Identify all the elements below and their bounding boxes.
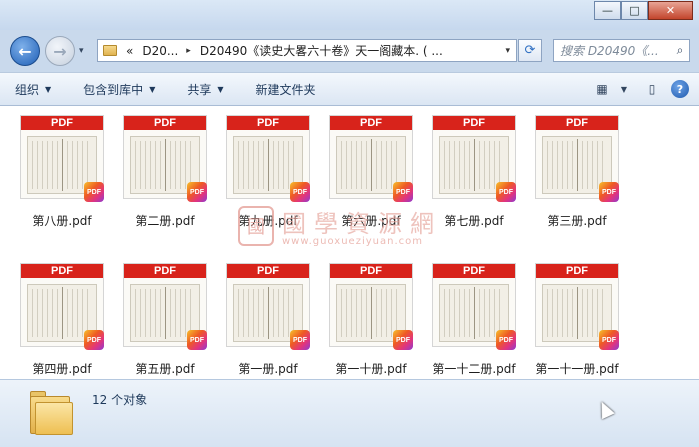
pdf-app-icon: PDF — [290, 182, 310, 202]
pdf-app-icon: PDF — [290, 330, 310, 350]
file-item[interactable]: PDF PDF 第一册.pdf — [218, 260, 318, 388]
pdf-app-icon: PDF — [187, 330, 207, 350]
pdf-label: PDF — [536, 264, 618, 278]
folder-icon — [103, 45, 117, 56]
pdf-label: PDF — [227, 116, 309, 130]
item-count: 12 个对象 — [92, 393, 148, 407]
pdf-label: PDF — [227, 264, 309, 278]
preview-pane-icon[interactable]: ▯ — [641, 79, 663, 99]
file-name: 第五册.pdf — [135, 362, 195, 376]
share-label: 共享 — [187, 82, 212, 97]
minimize-button[interactable]: — — [594, 1, 621, 20]
pdf-label: PDF — [433, 116, 515, 130]
file-name: 第四册.pdf — [32, 362, 92, 376]
pdf-app-icon: PDF — [599, 182, 619, 202]
recent-pages-dropdown[interactable]: ▾ — [79, 46, 84, 56]
window-controls: — □ ✕ — [594, 1, 693, 20]
file-item[interactable]: PDF PDF 第一十一册.pdf — [527, 260, 627, 388]
search-input[interactable]: 搜索 D20490《... ⌕ — [553, 39, 690, 62]
file-name: 第一十二册.pdf — [432, 362, 516, 376]
pdf-label: PDF — [21, 264, 103, 278]
close-button[interactable]: ✕ — [648, 1, 693, 20]
file-name: 第七册.pdf — [444, 214, 504, 228]
pdf-app-icon: PDF — [599, 330, 619, 350]
forward-button[interactable]: → — [45, 36, 75, 66]
pdf-label: PDF — [536, 116, 618, 130]
view-options-chevron-icon[interactable]: ▼ — [613, 79, 635, 99]
pdf-app-icon: PDF — [84, 330, 104, 350]
file-name: 第八册.pdf — [32, 214, 92, 228]
pdf-label: PDF — [21, 116, 103, 130]
pdf-label: PDF — [330, 116, 412, 130]
file-item[interactable]: PDF PDF 第八册.pdf — [12, 112, 112, 240]
file-name: 第九册.pdf — [238, 214, 298, 228]
breadcrumb-overflow[interactable]: « — [126, 44, 133, 58]
file-name: 第二册.pdf — [135, 214, 195, 228]
change-view-icon[interactable]: ▦ — [591, 79, 613, 99]
refresh-button[interactable]: ⟳ — [518, 39, 542, 62]
pdf-label: PDF — [124, 116, 206, 130]
chevron-down-icon: ▼ — [45, 84, 52, 94]
command-bar: 组织 ▼ 包含到库中 ▼ 共享 ▼ 新建文件夹 ▦ ▼ ▯ ? — [0, 72, 699, 106]
new-folder-label: 新建文件夹 — [255, 82, 316, 97]
breadcrumb-parent[interactable]: D20... — [142, 44, 178, 58]
file-item[interactable]: PDF PDF 第三册.pdf — [527, 112, 627, 240]
pdf-app-icon: PDF — [187, 182, 207, 202]
pdf-app-icon: PDF — [393, 182, 413, 202]
details-pane: 12 个对象 — [0, 379, 699, 447]
pdf-app-icon: PDF — [393, 330, 413, 350]
pdf-app-icon: PDF — [496, 182, 516, 202]
file-item[interactable]: PDF PDF 第二册.pdf — [115, 112, 215, 240]
file-name: 第六册.pdf — [341, 214, 401, 228]
chevron-down-icon: ▼ — [217, 84, 224, 94]
file-name: 第三册.pdf — [547, 214, 607, 228]
file-name: 第一册.pdf — [238, 362, 298, 376]
title-bar: — □ ✕ — [0, 0, 699, 30]
breadcrumb-current[interactable]: D20490《读史大畧六十卷》天一阁藏本. ( ... — [200, 42, 443, 59]
view-controls: ▦ ▼ ▯ ? — [585, 79, 691, 99]
navigation-bar: ← → ▾ « D20... ▸ D20490《读史大畧六十卷》天一阁藏本. (… — [0, 30, 699, 70]
pdf-app-icon: PDF — [84, 182, 104, 202]
file-item[interactable]: PDF PDF 第七册.pdf — [424, 112, 524, 240]
organize-menu[interactable]: 组织 ▼ — [15, 81, 51, 98]
organize-label: 组织 — [15, 82, 40, 97]
new-folder-button[interactable]: 新建文件夹 — [256, 81, 316, 98]
file-list-pane[interactable]: PDF PDF 第八册.pdf PDF PDF 第二册.pdf PDF PDF 第九册.pdf P… — [0, 106, 699, 379]
pdf-app-icon: PDF — [496, 330, 516, 350]
maximize-button[interactable]: □ — [621, 1, 648, 20]
file-item[interactable]: PDF PDF 第九册.pdf — [218, 112, 318, 240]
share-menu[interactable]: 共享 ▼ — [187, 81, 223, 98]
file-item[interactable]: PDF PDF 第四册.pdf — [12, 260, 112, 388]
include-in-library-label: 包含到库中 — [83, 82, 144, 97]
pdf-label: PDF — [433, 264, 515, 278]
help-icon: ? — [671, 80, 689, 98]
address-dropdown-icon[interactable]: ▾ — [505, 46, 510, 56]
search-placeholder: 搜索 D20490《... — [560, 44, 659, 58]
help-button[interactable]: ? — [669, 79, 691, 99]
search-icon[interactable]: ⌕ — [671, 43, 689, 58]
folder-icon — [30, 388, 74, 436]
chevron-down-icon: ▼ — [149, 84, 156, 94]
pdf-label: PDF — [330, 264, 412, 278]
address-bar[interactable]: « D20... ▸ D20490《读史大畧六十卷》天一阁藏本. ( ... ▾ — [97, 39, 517, 62]
pdf-label: PDF — [124, 264, 206, 278]
back-button[interactable]: ← — [10, 36, 40, 66]
file-item[interactable]: PDF PDF 第一十二册.pdf — [424, 260, 524, 388]
file-name: 第一十一册.pdf — [535, 362, 619, 376]
file-item[interactable]: PDF PDF 第一十册.pdf — [321, 260, 421, 388]
file-name: 第一十册.pdf — [335, 362, 407, 376]
breadcrumb-separator-icon[interactable]: ▸ — [186, 46, 191, 56]
include-in-library-menu[interactable]: 包含到库中 ▼ — [83, 81, 155, 98]
file-item[interactable]: PDF PDF 第六册.pdf — [321, 112, 421, 240]
file-item[interactable]: PDF PDF 第五册.pdf — [115, 260, 215, 388]
